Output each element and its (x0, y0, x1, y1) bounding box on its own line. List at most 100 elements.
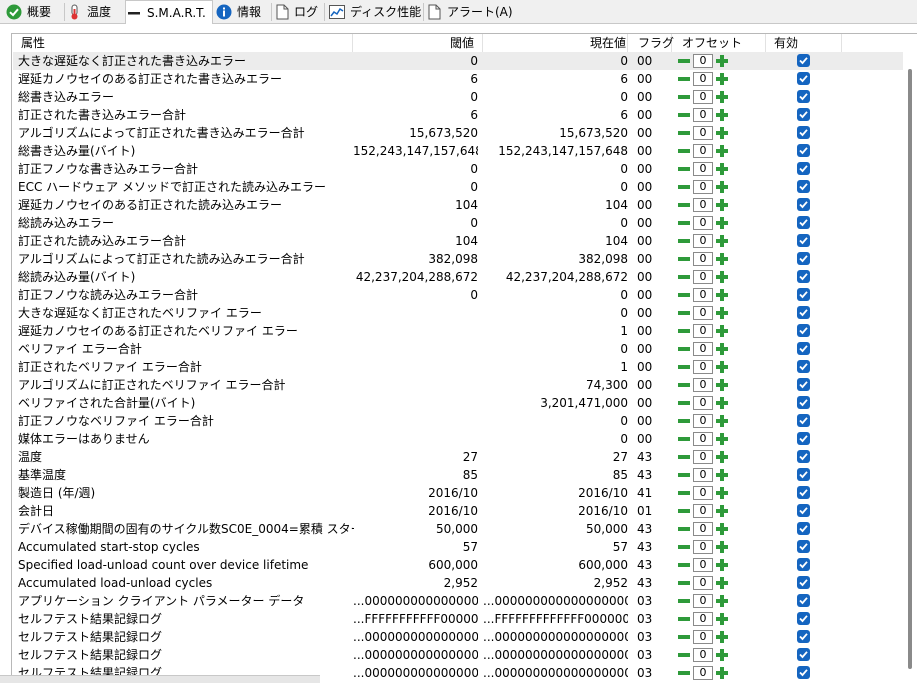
increment-button[interactable] (715, 378, 729, 392)
enabled-checkbox[interactable] (797, 162, 810, 175)
increment-button[interactable] (715, 414, 729, 428)
offset-field[interactable]: 0 (693, 396, 713, 410)
table-row[interactable]: 総読み込み量(バイト) 42,237,204,288,672 42,237,204,… (13, 268, 903, 286)
enabled-checkbox[interactable] (797, 288, 810, 301)
column-header-offset[interactable]: オフセット (672, 34, 766, 52)
decrement-button[interactable] (677, 594, 691, 608)
offset-field[interactable]: 0 (693, 234, 713, 248)
enabled-checkbox[interactable] (797, 522, 810, 535)
decrement-button[interactable] (677, 504, 691, 518)
table-row[interactable]: 製造日 (年/週) 2016/10 2016/10 41 0 (13, 484, 903, 502)
offset-field[interactable]: 0 (693, 270, 713, 284)
vertical-scrollbar[interactable] (905, 69, 917, 669)
increment-button[interactable] (715, 450, 729, 464)
offset-field[interactable]: 0 (693, 522, 713, 536)
enabled-checkbox[interactable] (797, 306, 810, 319)
decrement-button[interactable] (677, 342, 691, 356)
column-header-current[interactable]: 現在値 (483, 34, 628, 52)
table-row[interactable]: 総読み込みエラー 0 0 00 0 (13, 214, 903, 232)
table-row[interactable]: 訂正された読み込みエラー合計 104 104 00 0 (13, 232, 903, 250)
decrement-button[interactable] (677, 540, 691, 554)
increment-button[interactable] (715, 396, 729, 410)
offset-field[interactable]: 0 (693, 630, 713, 644)
enabled-checkbox[interactable] (797, 54, 810, 67)
increment-button[interactable] (715, 144, 729, 158)
table-row[interactable]: 総書き込み量(バイト) 152,243,147,157,648 152,243,14… (13, 142, 903, 160)
enabled-checkbox[interactable] (797, 504, 810, 517)
column-header-attribute[interactable]: 属性 (13, 34, 353, 52)
decrement-button[interactable] (677, 306, 691, 320)
offset-field[interactable]: 0 (693, 450, 713, 464)
increment-button[interactable] (715, 234, 729, 248)
increment-button[interactable] (715, 252, 729, 266)
enabled-checkbox[interactable] (797, 666, 810, 679)
enabled-checkbox[interactable] (797, 216, 810, 229)
increment-button[interactable] (715, 324, 729, 338)
table-row[interactable]: Accumulated start-stop cycles 57 57 43 0 (13, 538, 903, 556)
enabled-checkbox[interactable] (797, 540, 810, 553)
enabled-checkbox[interactable] (797, 270, 810, 283)
offset-field[interactable]: 0 (693, 414, 713, 428)
increment-button[interactable] (715, 648, 729, 662)
table-row[interactable]: 遅延カノウセイのある訂正された書き込みエラー 6 6 00 0 (13, 70, 903, 88)
table-row[interactable]: 媒体エラーはありません 0 00 0 (13, 430, 903, 448)
increment-button[interactable] (715, 630, 729, 644)
increment-button[interactable] (715, 198, 729, 212)
scrollbar-thumb[interactable] (908, 69, 912, 669)
offset-field[interactable]: 0 (693, 108, 713, 122)
increment-button[interactable] (715, 342, 729, 356)
decrement-button[interactable] (677, 558, 691, 572)
tab-overview[interactable]: 概要 (6, 0, 62, 23)
enabled-checkbox[interactable] (797, 144, 810, 157)
offset-field[interactable]: 0 (693, 72, 713, 86)
enabled-checkbox[interactable] (797, 234, 810, 247)
decrement-button[interactable] (677, 72, 691, 86)
enabled-checkbox[interactable] (797, 468, 810, 481)
offset-field[interactable]: 0 (693, 666, 713, 680)
table-row[interactable]: 遅延カノウセイのある訂正されたベリファイ エラー 1 00 0 (13, 322, 903, 340)
decrement-button[interactable] (677, 414, 691, 428)
increment-button[interactable] (715, 270, 729, 284)
increment-button[interactable] (715, 576, 729, 590)
increment-button[interactable] (715, 666, 729, 680)
offset-field[interactable]: 0 (693, 558, 713, 572)
decrement-button[interactable] (677, 270, 691, 284)
enabled-checkbox[interactable] (797, 576, 810, 589)
decrement-button[interactable] (677, 252, 691, 266)
decrement-button[interactable] (677, 288, 691, 302)
enabled-checkbox[interactable] (797, 630, 810, 643)
table-row[interactable]: 大きな遅延なく訂正された書き込みエラー 0 0 00 0 (13, 52, 903, 70)
offset-field[interactable]: 0 (693, 378, 713, 392)
decrement-button[interactable] (677, 324, 691, 338)
enabled-checkbox[interactable] (797, 324, 810, 337)
increment-button[interactable] (715, 306, 729, 320)
offset-field[interactable]: 0 (693, 594, 713, 608)
decrement-button[interactable] (677, 576, 691, 590)
increment-button[interactable] (715, 288, 729, 302)
enabled-checkbox[interactable] (797, 450, 810, 463)
increment-button[interactable] (715, 612, 729, 626)
table-row[interactable]: 会計日 2016/10 2016/10 01 0 (13, 502, 903, 520)
decrement-button[interactable] (677, 612, 691, 626)
decrement-button[interactable] (677, 126, 691, 140)
increment-button[interactable] (715, 162, 729, 176)
decrement-button[interactable] (677, 216, 691, 230)
decrement-button[interactable] (677, 450, 691, 464)
decrement-button[interactable] (677, 198, 691, 212)
increment-button[interactable] (715, 126, 729, 140)
increment-button[interactable] (715, 72, 729, 86)
decrement-button[interactable] (677, 468, 691, 482)
offset-field[interactable]: 0 (693, 360, 713, 374)
tab-info[interactable]: 情報 (216, 0, 268, 23)
decrement-button[interactable] (677, 90, 691, 104)
enabled-checkbox[interactable] (797, 486, 810, 499)
tab-smart[interactable]: S.M.A.R.T. (125, 0, 213, 24)
table-row[interactable]: セルフテスト結果記録ログ ...0000000000000000000 ...000… (13, 646, 903, 664)
enabled-checkbox[interactable] (797, 378, 810, 391)
offset-field[interactable]: 0 (693, 216, 713, 230)
offset-field[interactable]: 0 (693, 198, 713, 212)
table-row[interactable]: セルフテスト結果記録ログ ...0000000000000000000 ...000… (13, 628, 903, 646)
offset-field[interactable]: 0 (693, 288, 713, 302)
decrement-button[interactable] (677, 162, 691, 176)
decrement-button[interactable] (677, 432, 691, 446)
